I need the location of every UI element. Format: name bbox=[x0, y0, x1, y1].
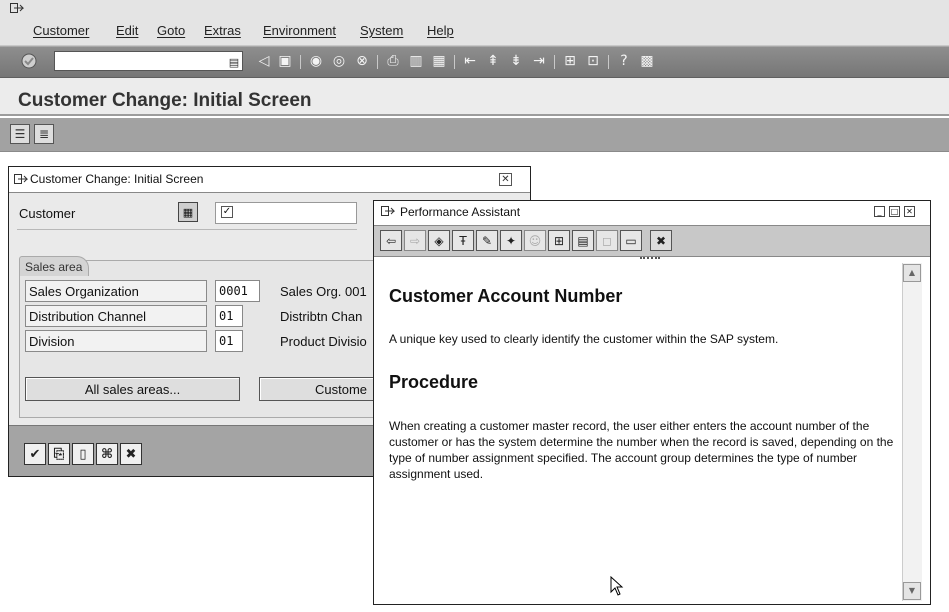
maximize-icon[interactable]: □ bbox=[889, 206, 900, 217]
window-menu-icon[interactable] bbox=[14, 174, 28, 186]
mouse-cursor-icon bbox=[610, 576, 624, 596]
notes-icon[interactable]: ▤ bbox=[572, 230, 594, 251]
enter-icon[interactable] bbox=[20, 52, 38, 70]
pa-paragraph-definition: A unique key used to clearly identify th… bbox=[389, 332, 779, 346]
create-session-icon[interactable]: ⊞ bbox=[561, 52, 579, 70]
sales-organization-label: Sales Organization bbox=[25, 280, 207, 302]
back-triangle-icon[interactable]: ◁ bbox=[255, 52, 273, 70]
toolbar-separator bbox=[554, 55, 555, 69]
find-icon[interactable]: ▥ bbox=[407, 52, 425, 70]
continue-icon[interactable]: ✔ bbox=[24, 443, 46, 465]
sales-organization-input[interactable]: 0001 bbox=[215, 280, 260, 302]
close-icon[interactable]: ✕ bbox=[904, 206, 915, 217]
application-help-icon[interactable]: ✦ bbox=[500, 230, 522, 251]
menu-bar bbox=[0, 0, 949, 46]
technical-info-icon[interactable]: Ŧ bbox=[452, 230, 474, 251]
first-page-icon[interactable]: ⇤ bbox=[461, 52, 479, 70]
forward-arrow-icon[interactable]: ⇨ bbox=[404, 230, 426, 251]
new-document-icon[interactable]: ▯ bbox=[72, 443, 94, 465]
minimize-icon[interactable]: _ bbox=[874, 206, 885, 217]
divider bbox=[17, 229, 357, 230]
cancel-icon[interactable]: ⊗ bbox=[353, 52, 371, 70]
print-icon[interactable]: ⎙ bbox=[384, 52, 402, 70]
menu-edit[interactable]: Edit bbox=[116, 23, 138, 38]
customer-label: Customer bbox=[19, 206, 76, 221]
all-sales-areas-button[interactable]: All sales areas... bbox=[25, 377, 240, 401]
distribution-channel-input[interactable]: 01 bbox=[215, 305, 243, 327]
division-label: Division bbox=[25, 330, 207, 352]
print-icon[interactable]: ▭ bbox=[620, 230, 642, 251]
window-menu-icon[interactable] bbox=[10, 3, 24, 15]
close-icon[interactable]: ✕ bbox=[499, 173, 512, 186]
table-icon[interactable]: ⊞ bbox=[548, 230, 570, 251]
scrollbar[interactable] bbox=[902, 263, 922, 601]
distribution-channel-label: Distribution Channel bbox=[25, 305, 207, 327]
address-icon[interactable]: ⌘ bbox=[96, 443, 118, 465]
toolbar-separator bbox=[377, 55, 378, 69]
toolbar-separator bbox=[300, 55, 301, 69]
menu-customer[interactable]: Customer bbox=[33, 23, 89, 38]
close-icon[interactable]: ✖ bbox=[650, 230, 672, 251]
back-arrow-icon[interactable]: ⇦ bbox=[380, 230, 402, 251]
cancel-icon[interactable]: ✖ bbox=[120, 443, 142, 465]
other-object-icon[interactable]: ⎘ bbox=[48, 443, 70, 465]
previous-page-icon[interactable]: ⇞ bbox=[484, 52, 502, 70]
pa-title: Performance Assistant bbox=[400, 205, 521, 219]
required-entry-icon: ✓ bbox=[221, 206, 233, 218]
scroll-down-icon[interactable]: ▼ bbox=[903, 582, 921, 600]
division-desc: Product Divisio bbox=[280, 334, 367, 349]
exit-icon[interactable]: ◎ bbox=[330, 52, 348, 70]
comment-icon[interactable]: ◻ bbox=[596, 230, 618, 251]
glossary-icon[interactable]: ◈ bbox=[428, 230, 450, 251]
menu-extras[interactable]: Extras bbox=[204, 23, 241, 38]
menu-system[interactable]: System bbox=[360, 23, 403, 38]
sales-organization-desc: Sales Org. 001 bbox=[280, 284, 367, 299]
customer-input[interactable] bbox=[215, 202, 357, 224]
edit-icon[interactable]: ✎ bbox=[476, 230, 498, 251]
next-page-icon[interactable]: ⇟ bbox=[507, 52, 525, 70]
command-field-history-icon[interactable]: ▤ bbox=[225, 53, 243, 71]
dialog-title: Customer Change: Initial Screen bbox=[30, 172, 204, 186]
last-page-icon[interactable]: ⇥ bbox=[530, 52, 548, 70]
customer-sales-areas-button[interactable]: Custome bbox=[259, 377, 389, 401]
document-list-icon[interactable]: ≣ bbox=[34, 124, 54, 144]
menu-help[interactable]: Help bbox=[427, 23, 454, 38]
display-list-icon[interactable]: ☰ bbox=[10, 124, 30, 144]
toolbar-separator bbox=[608, 55, 609, 69]
sales-area-tab: Sales area bbox=[19, 256, 89, 276]
shortcut-icon[interactable]: ⊡ bbox=[584, 52, 602, 70]
help-icon[interactable]: ? bbox=[615, 52, 633, 70]
find-next-icon[interactable]: ▦ bbox=[430, 52, 448, 70]
menu-environment[interactable]: Environment bbox=[263, 23, 336, 38]
menu-goto[interactable]: Goto bbox=[157, 23, 185, 38]
scroll-up-icon[interactable]: ▲ bbox=[903, 264, 921, 282]
command-field[interactable] bbox=[54, 51, 243, 71]
window-menu-icon[interactable] bbox=[381, 206, 395, 218]
distribution-channel-desc: Distribtn Chan bbox=[280, 309, 363, 324]
application-toolbar bbox=[0, 118, 949, 152]
search-help-icon[interactable]: ▦ bbox=[178, 202, 198, 222]
pa-heading-procedure: Procedure bbox=[389, 372, 479, 392]
pa-heading-customer-account-number: Customer Account Number bbox=[389, 286, 623, 306]
pa-paragraph-procedure: When creating a customer master record, … bbox=[389, 419, 894, 481]
division-input[interactable]: 01 bbox=[215, 330, 243, 352]
user-icon[interactable]: ☺ bbox=[524, 230, 546, 251]
page-title: Customer Change: Initial Screen bbox=[18, 90, 312, 111]
toolbar-separator bbox=[454, 55, 455, 69]
layout-menu-icon[interactable]: ▩ bbox=[638, 52, 656, 70]
save-icon[interactable]: ▣ bbox=[276, 52, 294, 70]
back-icon[interactable]: ◉ bbox=[307, 52, 325, 70]
